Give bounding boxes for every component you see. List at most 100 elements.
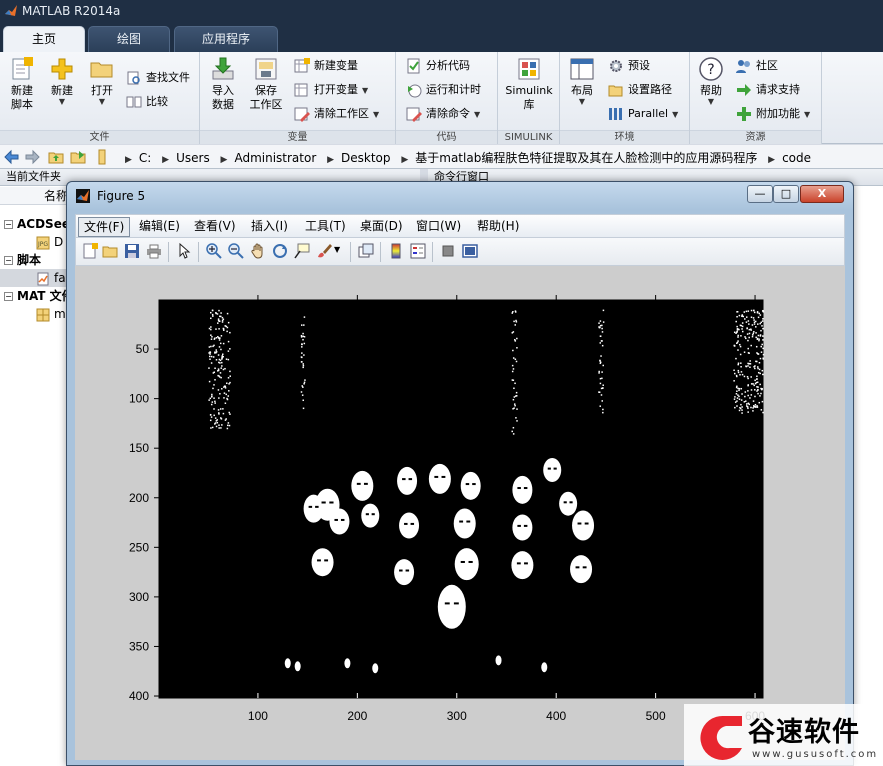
menu-desktop[interactable]: 桌面(D)	[355, 217, 408, 237]
menu-view[interactable]: 查看(V)	[189, 217, 241, 237]
show-plot-tools-icon[interactable]	[462, 243, 478, 259]
face-feature-mark	[329, 501, 334, 504]
skin-region-blob	[361, 503, 380, 528]
compare-button[interactable]: 比较	[126, 92, 168, 112]
new-variable-button[interactable]: 新建变量	[294, 56, 358, 76]
noise-pixel	[220, 315, 222, 318]
community-button[interactable]: 社区	[736, 56, 778, 76]
noise-pixel	[226, 312, 229, 315]
set-path-button[interactable]: 设置路径	[608, 80, 672, 100]
noise-pixel	[741, 330, 744, 333]
open-variable-button[interactable]: 打开变量 ▼	[294, 80, 368, 100]
back-icon[interactable]	[4, 149, 20, 165]
tab-plots[interactable]: 绘图	[88, 26, 170, 52]
noise-pixel	[211, 426, 214, 429]
noise-pixel	[737, 340, 739, 342]
link-plot-icon[interactable]	[358, 243, 374, 259]
crumb-drive[interactable]: C:	[139, 151, 151, 165]
noise-pixel	[218, 346, 221, 348]
clear-commands-button[interactable]: 清除命令 ▼	[406, 104, 480, 124]
rotate-3d-icon[interactable]	[272, 243, 288, 259]
analyze-code-button[interactable]: 分析代码	[406, 56, 470, 76]
simulink-library-button[interactable]: Simulink 库	[502, 56, 556, 112]
pan-hand-icon[interactable]	[250, 243, 266, 259]
noise-pixel	[303, 354, 305, 356]
crumb-administrator[interactable]: Administrator	[234, 151, 316, 165]
data-cursor-icon[interactable]	[294, 243, 310, 259]
figure-canvas[interactable]: 1002003004005006005010015020025030035040…	[75, 266, 845, 760]
noise-pixel	[301, 385, 303, 387]
clear-workspace-button[interactable]: 清除工作区 ▼	[294, 104, 379, 124]
collapse-icon[interactable]: −	[4, 256, 13, 265]
noise-pixel	[600, 340, 603, 342]
request-support-button[interactable]: 请求支持	[736, 80, 800, 100]
noise-pixel	[301, 343, 303, 346]
find-files-button[interactable]: 查找文件	[126, 68, 190, 88]
figure-window[interactable]: Figure 5 — □ X 文件(F) 编辑(E) 查看(V) 插入(I) 工…	[66, 181, 854, 766]
tab-apps[interactable]: 应用程序	[174, 26, 278, 52]
noise-pixel	[747, 390, 749, 392]
menu-edit[interactable]: 编辑(E)	[134, 217, 185, 237]
figure-title-bar[interactable]: Figure 5 — □ X	[67, 182, 853, 210]
addons-button[interactable]: 附加功能 ▼	[736, 104, 810, 124]
parallel-dropdown-icon[interactable]: ▼	[672, 110, 678, 119]
image-plot[interactable]: 1002003004005006005010015020025030035040…	[75, 266, 845, 760]
zoom-in-icon[interactable]	[206, 243, 222, 259]
run-and-time-button[interactable]: 运行和计时	[406, 80, 481, 100]
clear-workspace-dropdown-icon[interactable]: ▼	[373, 110, 379, 119]
import-data-button[interactable]: 导入 数据	[206, 56, 240, 112]
crumb-code[interactable]: code	[782, 151, 811, 165]
legend-icon[interactable]	[410, 243, 426, 259]
pointer-icon[interactable]	[176, 243, 192, 259]
forward-icon[interactable]	[24, 149, 40, 165]
name-column-label: 名称	[44, 189, 69, 203]
tab-home[interactable]: 主页	[3, 26, 85, 52]
command-window[interactable]	[854, 186, 883, 766]
new-button[interactable]: 新建 ▼	[46, 56, 78, 106]
brush-icon[interactable]	[316, 243, 332, 259]
collapse-icon[interactable]: −	[4, 220, 13, 229]
close-button[interactable]: X	[800, 185, 844, 203]
save-workspace-button[interactable]: 保存 工作区	[244, 56, 288, 112]
preferences-button[interactable]: 预设	[608, 56, 650, 76]
menu-window[interactable]: 窗口(W)	[411, 217, 466, 237]
layout-button[interactable]: 布局 ▼	[566, 56, 598, 106]
colorbar-icon[interactable]	[388, 243, 404, 259]
toolbar-separator	[350, 242, 351, 262]
parallel-button[interactable]: Parallel ▼	[608, 104, 678, 124]
crumb-desktop[interactable]: Desktop	[341, 151, 391, 165]
clear-commands-dropdown-icon[interactable]: ▼	[474, 110, 480, 119]
collapse-icon[interactable]: −	[4, 292, 13, 301]
hide-plot-tools-icon[interactable]	[440, 243, 456, 259]
zoom-out-icon[interactable]	[228, 243, 244, 259]
brush-dropdown-icon[interactable]: ▼	[334, 245, 340, 254]
minimize-button[interactable]: —	[747, 185, 773, 203]
help-dropdown-icon: ▼	[707, 97, 715, 106]
noise-pixel	[740, 371, 743, 373]
browse-folder-icon[interactable]	[70, 149, 86, 165]
menu-tools[interactable]: 工具(T)	[300, 217, 351, 237]
new-figure-icon[interactable]	[82, 243, 98, 259]
open-file-icon[interactable]	[102, 243, 118, 259]
open-variable-dropdown-icon[interactable]: ▼	[362, 86, 368, 95]
gear-icon	[610, 60, 622, 72]
noise-pixel	[600, 355, 602, 357]
menu-insert[interactable]: 插入(I)	[246, 217, 293, 237]
noise-pixel	[217, 389, 220, 391]
address-bar: ▶ C: ▶ Users ▶ Administrator ▶ Desktop ▶ 基于ma…	[0, 145, 883, 169]
print-icon[interactable]	[146, 243, 162, 259]
menu-file[interactable]: 文件(F)	[78, 217, 131, 237]
noise-pixel	[758, 312, 761, 315]
open-button[interactable]: 打开 ▼	[86, 56, 118, 106]
noise-pixel	[741, 412, 743, 414]
help-button[interactable]: ? 帮助 ▼	[696, 56, 726, 106]
save-icon[interactable]	[124, 243, 140, 259]
crumb-users[interactable]: Users	[176, 151, 210, 165]
menu-help[interactable]: 帮助(H)	[472, 217, 524, 237]
crumb-project[interactable]: 基于matlab编程肤色特征提取及其在人脸检测中的应用源码程序	[415, 151, 757, 165]
noise-pixel	[223, 385, 226, 387]
up-folder-icon[interactable]	[48, 149, 64, 165]
addons-dropdown-icon[interactable]: ▼	[804, 110, 810, 119]
new-script-button[interactable]: 新建 脚本	[4, 56, 40, 112]
maximize-button[interactable]: □	[773, 185, 799, 203]
